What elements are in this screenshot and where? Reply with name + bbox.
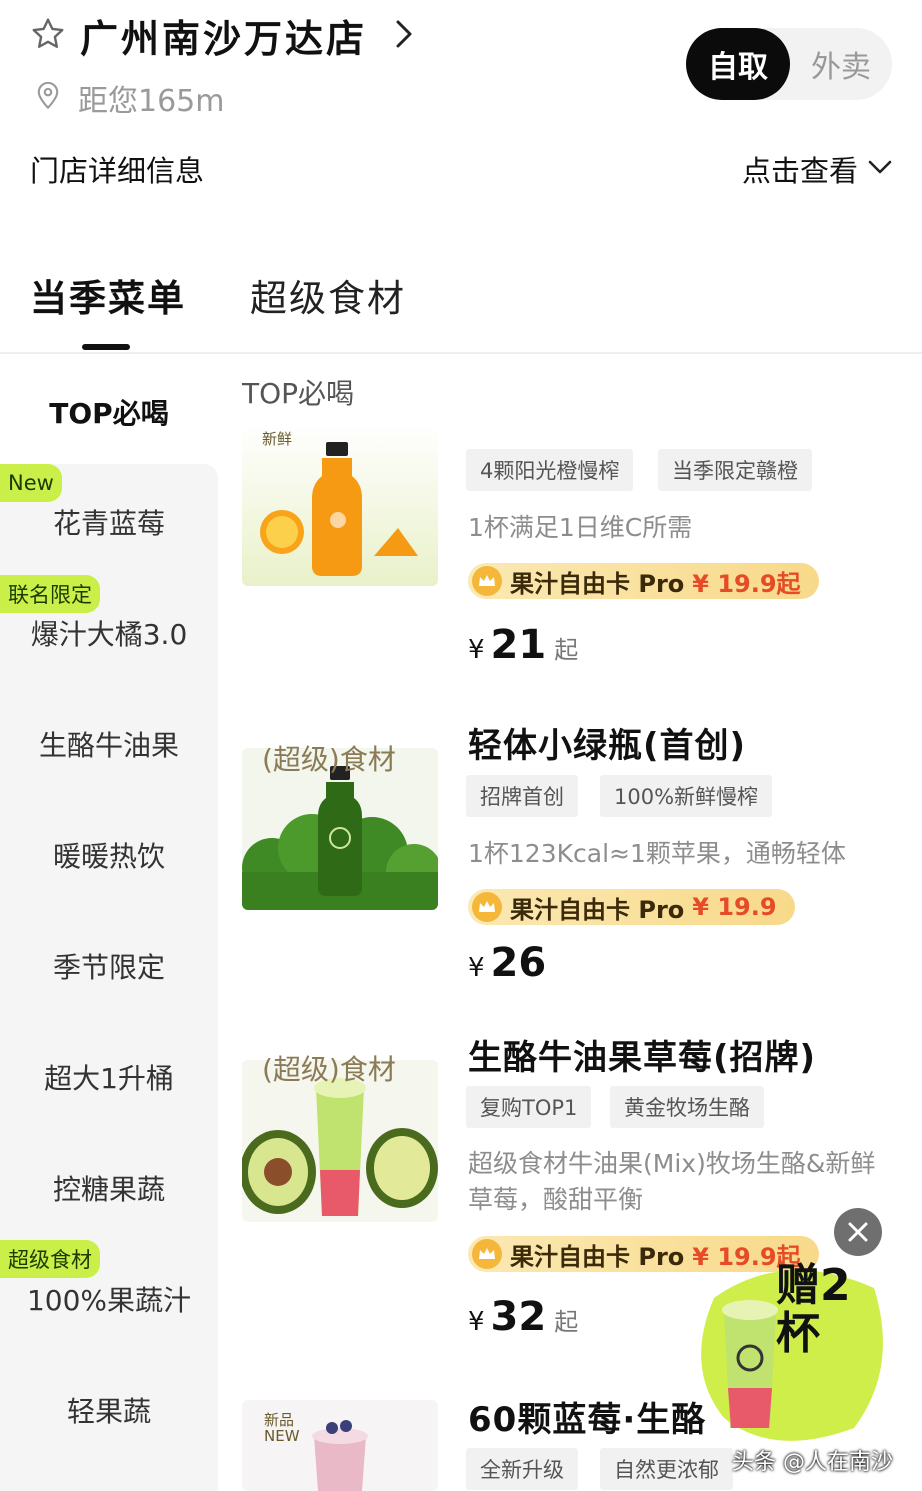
sidebar-item-hot-drinks[interactable]: 暖暖热饮 (0, 835, 218, 875)
product-description: 草莓，酸甜平衡 (468, 1185, 644, 1214)
store-distance: 距您165m (78, 84, 225, 119)
product-description: 1杯满足1日维C所需 (468, 513, 693, 542)
pickup-option[interactable]: 自取 (686, 28, 790, 100)
promo-close-button[interactable] (834, 1208, 882, 1256)
order-mode-toggle[interactable]: 自取 外卖 (686, 28, 892, 100)
sidebar-item-low-sugar[interactable]: 控糖果蔬 (0, 1168, 218, 1208)
product-tag: 100%新鲜慢榨 (600, 775, 773, 817)
product-tag: 复购TOP1 (466, 1086, 592, 1128)
crown-icon (472, 892, 502, 922)
store-details-label: 门店详细信息 (30, 154, 205, 188)
product-tag: 招牌首创 (466, 775, 578, 817)
image-badge: 新鲜 (262, 430, 293, 448)
card-price: ¥ 19.9 (692, 893, 777, 921)
delivery-option[interactable]: 外卖 (790, 28, 892, 100)
card-price: ¥ 19.9起 (692, 569, 801, 598)
sidebar-item-1l-bucket[interactable]: 超大1升桶 (0, 1057, 218, 1097)
sidebar-tag-super: 超级食材 (0, 1240, 100, 1278)
sidebar-item-top[interactable]: TOP必喝 (0, 392, 218, 432)
image-badge: 新品 NEW (264, 1411, 300, 1445)
sidebar-item-100-juice[interactable]: 100%果蔬汁 (0, 1279, 218, 1319)
free-two-cups-promo[interactable]: 赠2杯 (684, 1258, 894, 1448)
card-text: 果汁自由卡 Pro (510, 569, 685, 598)
product-description: 超级食材牛油果(Mix)牧场生酪&新鲜 (468, 1149, 876, 1178)
sidebar-item-seasonal[interactable]: 季节限定 (0, 946, 218, 986)
product-price: ¥32 起 (468, 1294, 579, 1340)
crown-icon (472, 1239, 502, 1269)
sidebar-tag-new: New (0, 464, 62, 502)
product-tag: 当季限定赣橙 (658, 449, 812, 491)
close-icon (848, 1222, 868, 1242)
product-name[interactable]: 轻体小绿瓶(首创) (468, 718, 746, 767)
juice-card-badge[interactable]: 果汁自由卡 Pro ¥ 19.9 (468, 889, 795, 925)
card-text: 果汁自由卡 Pro (510, 1242, 685, 1271)
store-details-link[interactable]: 点击查看 (742, 148, 858, 190)
store-name[interactable]: 广州南沙万达店 (80, 8, 367, 63)
star-icon[interactable] (30, 16, 66, 52)
tab-super-ingredients[interactable]: 超级食材 (250, 268, 406, 322)
tab-seasonal-menu[interactable]: 当季菜单 (30, 268, 186, 322)
watermark: 头条 @人在南沙 (732, 1450, 893, 1475)
crown-icon (472, 566, 502, 596)
active-tab-indicator (82, 344, 130, 350)
product-description: 1杯123Kcal≈1颗苹果，通畅轻体 (468, 839, 846, 868)
section-title: TOP必喝 (242, 377, 355, 410)
product-tag: 自然更浓郁 (600, 1448, 733, 1490)
image-badge: (超级)食材 (262, 743, 396, 776)
sidebar-item-avocado[interactable]: 生酪牛油果 (0, 724, 218, 764)
juice-card-badge[interactable]: 果汁自由卡 Pro ¥ 19.9起 (468, 563, 819, 599)
image-badge: (超级)食材 (262, 1053, 396, 1086)
promo-text: 赠2杯 (776, 1260, 851, 1359)
product-name[interactable]: 生酪牛油果草莓(招牌) (468, 1030, 816, 1079)
sidebar-item-orange[interactable]: 爆汁大橘3.0 (0, 613, 218, 653)
product-price: ¥26 (468, 940, 547, 986)
product-price: ¥21 起 (468, 622, 579, 668)
product-tag: 全新升级 (466, 1448, 578, 1490)
product-tag: 黄金牧场生酪 (610, 1086, 764, 1128)
chevron-down-icon[interactable] (866, 156, 894, 178)
product-tag: 4颗阳光橙慢榨 (466, 449, 634, 491)
product-name[interactable]: 60颗蓝莓·生酪 (468, 1392, 706, 1441)
tab-divider (0, 352, 922, 354)
sidebar-tag-collab: 联名限定 (0, 575, 100, 613)
card-text: 果汁自由卡 Pro (510, 895, 685, 924)
sidebar-item-light[interactable]: 轻果蔬 (0, 1390, 218, 1430)
location-pin-icon (37, 81, 59, 110)
sidebar-item-blueberry[interactable]: 花青蓝莓 (0, 502, 218, 542)
chevron-right-icon[interactable] (394, 18, 414, 50)
